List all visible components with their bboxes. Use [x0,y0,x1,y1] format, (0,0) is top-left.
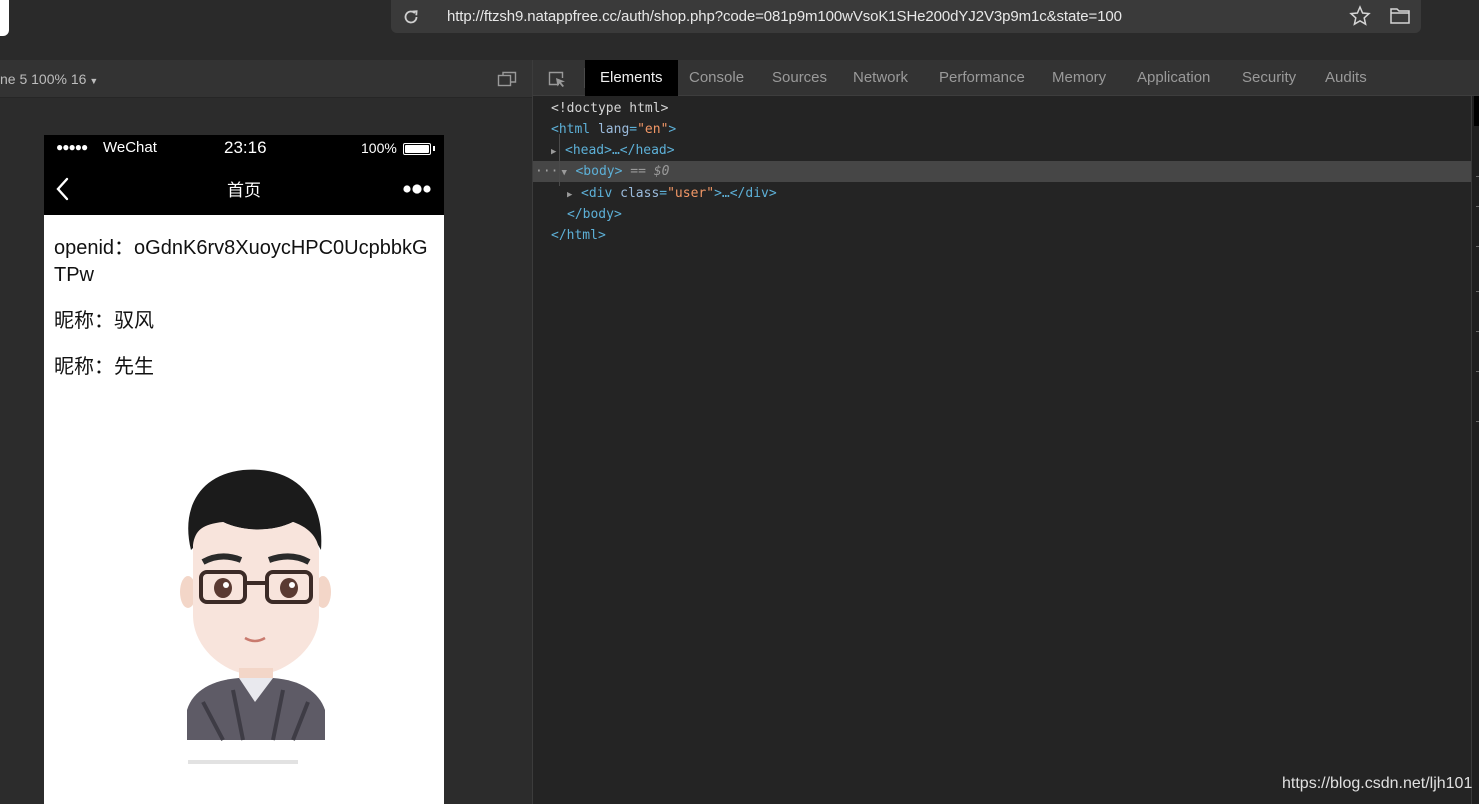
inspect-element-icon[interactable] [547,70,567,93]
browser-tab-edge[interactable] [0,0,9,36]
div-close-tag: >…</div> [714,186,777,201]
dom-head-line[interactable]: ▶ <head>…</head> [551,140,675,161]
device-toolbar: ne 5 100% 16 ▼ [0,60,532,98]
carrier-label: WeChat [103,139,157,156]
tab-audits[interactable]: Audits [1325,60,1367,96]
caret-down-icon: ▼ [89,76,99,86]
battery-percent: 100% [361,140,397,156]
devtools-tab-bar: Elements Console Sources Network Perform… [533,60,1479,96]
dom-body-close-line[interactable]: </body> [567,204,622,225]
html-close-tag: </html> [551,228,606,243]
dom-doctype-line[interactable]: <!doctype html> [551,98,668,119]
wechat-nav-bar: 首页 [44,161,444,215]
tab-memory[interactable]: Memory [1052,60,1106,96]
tab-network[interactable]: Network [853,60,908,96]
tab-application[interactable]: Application [1137,60,1210,96]
openid-line: openid：oGdnK6rv8XuoycHPC0UcpbbkGTPw [54,237,428,286]
battery-tip [433,146,435,151]
nickname-line-2: 昵称：先生 [54,356,154,378]
class-attr: class [620,186,660,201]
styles-pane-edge[interactable] [1471,96,1479,804]
lang-value: "en" [637,122,669,137]
selected-node-marker: == $0 [630,164,670,179]
collapse-triangle-icon[interactable]: ▼ [561,163,575,184]
dom-body-line[interactable]: ··· ▼ <body> == $0 [533,161,1471,182]
phone-screen: ●●●●● WeChat 23:16 100% 首页 openid：oGdnK6… [44,135,444,804]
expand-triangle-icon[interactable]: ▶ [567,185,581,206]
div-open-tag: <div [581,186,613,201]
html-close-bracket: > [668,122,677,137]
dom-html-close-line[interactable]: </html> [551,225,606,246]
status-time: 23:16 [224,138,267,157]
class-value: "user" [667,186,715,201]
dom-html-line[interactable]: <html lang="en"> [551,119,676,140]
lang-attr: lang [597,122,630,137]
address-bar[interactable]: http://ftzsh9.natappfree.cc/auth/shop.ph… [391,0,1421,33]
equals-sign: = [659,186,668,201]
indent-guide [559,134,560,186]
user-info: openid：oGdnK6rv8XuoycHPC0UcpbbkGTPw 昵称：驭… [44,215,444,381]
device-label: ne 5 100% 16 [0,71,87,87]
status-bar: ●●●●● WeChat 23:16 100% [44,135,444,161]
url-text[interactable]: http://ftzsh9.natappfree.cc/auth/shop.ph… [447,8,1122,25]
page-title: 首页 [227,181,261,200]
doctype-text: <!doctype html> [551,101,669,116]
browser-top-bar: http://ftzsh9.natappfree.cc/auth/shop.ph… [0,0,1479,60]
body-open-tag: <body> [575,164,623,179]
head-tag: <head>…</head> [565,143,675,158]
tab-console[interactable]: Console [689,60,744,96]
tab-security[interactable]: Security [1242,60,1296,96]
watermark: https://blog.csdn.net/ljh101 [1282,775,1473,792]
tab-elements[interactable]: Elements [585,60,678,96]
body-close-tag: </body> [567,207,622,222]
star-bookmark-icon[interactable] [1349,5,1371,32]
dom-div-line[interactable]: ▶ <div class="user">…</div> [567,183,777,204]
equals-sign: = [629,122,638,137]
devtools-panel: Elements Console Sources Network Perform… [532,60,1479,804]
battery-icon [403,143,431,155]
rotate-device-icon[interactable] [497,70,517,93]
tab-performance[interactable]: Performance [939,60,1025,96]
folder-icon[interactable] [1389,6,1411,31]
more-options-icon[interactable] [402,182,432,200]
tab-sources[interactable]: Sources [772,60,827,96]
reload-icon[interactable] [391,0,431,33]
expand-triangle-icon[interactable]: ▶ [551,142,565,163]
html-open-tag: <html [551,122,591,137]
signal-icon: ●●●●● [56,140,88,154]
device-selector[interactable]: ne 5 100% 16 ▼ [0,71,98,87]
nickname-line: 昵称：驭风 [54,310,154,332]
avatar [180,469,331,764]
ellipsis-menu-icon[interactable]: ··· [535,164,558,179]
